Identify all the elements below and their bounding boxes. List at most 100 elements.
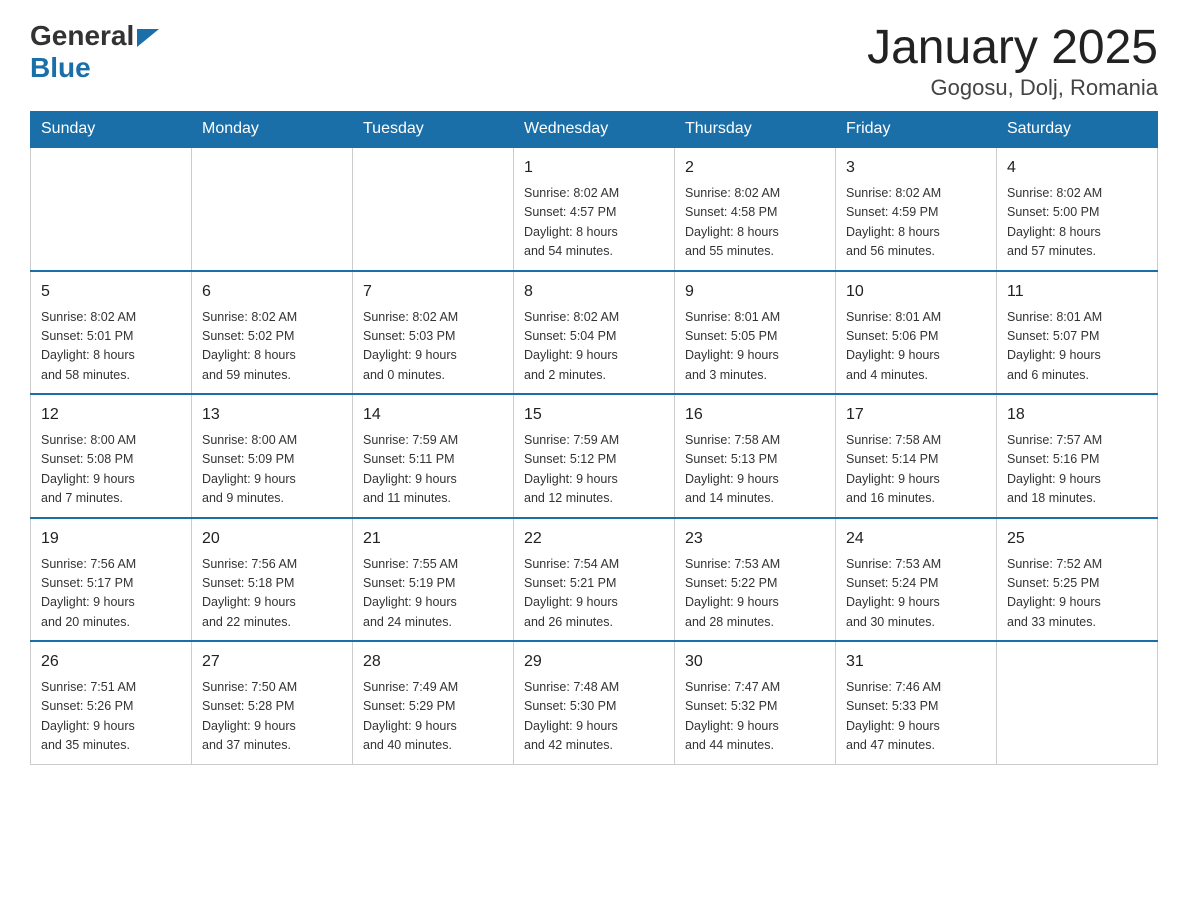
day-info: Sunrise: 8:02 AM Sunset: 5:02 PM Dayligh… [202, 308, 342, 386]
day-info: Sunrise: 8:01 AM Sunset: 5:07 PM Dayligh… [1007, 308, 1147, 386]
calendar-week-5: 26 Sunrise: 7:51 AM Sunset: 5:26 PM Dayli… [31, 641, 1158, 764]
day-number: 25 [1007, 527, 1147, 551]
column-header-tuesday: Tuesday [353, 112, 514, 148]
day-number: 28 [363, 650, 503, 674]
calendar-week-3: 12 Sunrise: 8:00 AM Sunset: 5:08 PM Dayli… [31, 394, 1158, 518]
day-info: Sunrise: 8:02 AM Sunset: 4:59 PM Dayligh… [846, 184, 986, 262]
day-number: 10 [846, 280, 986, 304]
day-info: Sunrise: 7:48 AM Sunset: 5:30 PM Dayligh… [524, 678, 664, 756]
calendar-day-10: 10 Sunrise: 8:01 AM Sunset: 5:06 PM Dayli… [836, 271, 997, 395]
column-header-sunday: Sunday [31, 112, 192, 148]
calendar-day-4: 4Sunrise: 8:02 AM Sunset: 5:00 PM Daylig… [997, 147, 1158, 271]
day-info: Sunrise: 7:54 AM Sunset: 5:21 PM Dayligh… [524, 555, 664, 633]
day-info: Sunrise: 7:56 AM Sunset: 5:18 PM Dayligh… [202, 555, 342, 633]
day-number: 8 [524, 280, 664, 304]
column-header-wednesday: Wednesday [514, 112, 675, 148]
day-info: Sunrise: 8:02 AM Sunset: 5:03 PM Dayligh… [363, 308, 503, 386]
day-info: Sunrise: 8:02 AM Sunset: 4:57 PM Dayligh… [524, 184, 664, 262]
calendar-day-8: 8 Sunrise: 8:02 AM Sunset: 5:04 PM Daylig… [514, 271, 675, 395]
calendar-day-13: 13 Sunrise: 8:00 AM Sunset: 5:09 PM Dayli… [192, 394, 353, 518]
day-number: 31 [846, 650, 986, 674]
day-info: Sunrise: 7:56 AM Sunset: 5:17 PM Dayligh… [41, 555, 181, 633]
calendar-week-1: 1 Sunrise: 8:02 AM Sunset: 4:57 PM Daylig… [31, 147, 1158, 271]
day-info: Sunrise: 8:00 AM Sunset: 5:09 PM Dayligh… [202, 431, 342, 509]
title-area: January 2025 Gogosu, Dolj, Romania [867, 20, 1158, 101]
day-number: 17 [846, 403, 986, 427]
day-number: 13 [202, 403, 342, 427]
day-info: Sunrise: 7:58 AM Sunset: 5:13 PM Dayligh… [685, 431, 825, 509]
calendar-table: SundayMondayTuesdayWednesdayThursdayFrid… [30, 111, 1158, 765]
day-number: 15 [524, 403, 664, 427]
calendar-day-26: 26 Sunrise: 7:51 AM Sunset: 5:26 PM Dayli… [31, 641, 192, 764]
empty-cell [192, 147, 353, 271]
column-header-saturday: Saturday [997, 112, 1158, 148]
header: General Blue January 2025 Gogosu, Dolj, … [30, 20, 1158, 101]
day-info: Sunrise: 8:02 AM Sunset: 4:58 PM Dayligh… [685, 184, 825, 262]
day-number: 18 [1007, 403, 1147, 427]
day-info: Sunrise: 8:02 AM Sunset: 5:04 PM Dayligh… [524, 308, 664, 386]
calendar-week-4: 19 Sunrise: 7:56 AM Sunset: 5:17 PM Dayli… [31, 518, 1158, 642]
day-info: Sunrise: 8:02 AM Sunset: 5:00 PM Dayligh… [1007, 184, 1147, 262]
day-info: Sunrise: 7:51 AM Sunset: 5:26 PM Dayligh… [41, 678, 181, 756]
calendar-day-9: 9 Sunrise: 8:01 AM Sunset: 5:05 PM Daylig… [675, 271, 836, 395]
calendar-day-22: 22 Sunrise: 7:54 AM Sunset: 5:21 PM Dayli… [514, 518, 675, 642]
calendar-day-18: 18Sunrise: 7:57 AM Sunset: 5:16 PM Dayli… [997, 394, 1158, 518]
day-info: Sunrise: 8:00 AM Sunset: 5:08 PM Dayligh… [41, 431, 181, 509]
column-header-monday: Monday [192, 112, 353, 148]
day-number: 7 [363, 280, 503, 304]
calendar-day-6: 6 Sunrise: 8:02 AM Sunset: 5:02 PM Daylig… [192, 271, 353, 395]
calendar-day-5: 5Sunrise: 8:02 AM Sunset: 5:01 PM Daylig… [31, 271, 192, 395]
logo-arrow-icon [137, 29, 159, 47]
day-info: Sunrise: 7:59 AM Sunset: 5:11 PM Dayligh… [363, 431, 503, 509]
calendar-day-24: 24Sunrise: 7:53 AM Sunset: 5:24 PM Dayli… [836, 518, 997, 642]
day-info: Sunrise: 7:53 AM Sunset: 5:22 PM Dayligh… [685, 555, 825, 633]
day-info: Sunrise: 7:53 AM Sunset: 5:24 PM Dayligh… [846, 555, 986, 633]
calendar-day-12: 12 Sunrise: 8:00 AM Sunset: 5:08 PM Dayli… [31, 394, 192, 518]
day-number: 6 [202, 280, 342, 304]
calendar-day-23: 23 Sunrise: 7:53 AM Sunset: 5:22 PM Dayli… [675, 518, 836, 642]
day-info: Sunrise: 8:02 AM Sunset: 5:01 PM Dayligh… [41, 308, 181, 386]
calendar-day-15: 15Sunrise: 7:59 AM Sunset: 5:12 PM Dayli… [514, 394, 675, 518]
day-number: 21 [363, 527, 503, 551]
column-header-friday: Friday [836, 112, 997, 148]
day-info: Sunrise: 7:47 AM Sunset: 5:32 PM Dayligh… [685, 678, 825, 756]
page-title: January 2025 [867, 20, 1158, 75]
calendar-day-27: 27 Sunrise: 7:50 AM Sunset: 5:28 PM Dayli… [192, 641, 353, 764]
day-number: 23 [685, 527, 825, 551]
column-header-thursday: Thursday [675, 112, 836, 148]
day-number: 27 [202, 650, 342, 674]
logo-blue: Blue [30, 52, 159, 84]
day-info: Sunrise: 7:52 AM Sunset: 5:25 PM Dayligh… [1007, 555, 1147, 633]
calendar-day-11: 11 Sunrise: 8:01 AM Sunset: 5:07 PM Dayli… [997, 271, 1158, 395]
calendar-day-31: 31 Sunrise: 7:46 AM Sunset: 5:33 PM Dayli… [836, 641, 997, 764]
day-number: 30 [685, 650, 825, 674]
day-info: Sunrise: 7:49 AM Sunset: 5:29 PM Dayligh… [363, 678, 503, 756]
calendar-day-16: 16 Sunrise: 7:58 AM Sunset: 5:13 PM Dayli… [675, 394, 836, 518]
day-number: 22 [524, 527, 664, 551]
day-info: Sunrise: 8:01 AM Sunset: 5:06 PM Dayligh… [846, 308, 986, 386]
calendar-day-7: 7 Sunrise: 8:02 AM Sunset: 5:03 PM Daylig… [353, 271, 514, 395]
calendar-day-30: 30 Sunrise: 7:47 AM Sunset: 5:32 PM Dayli… [675, 641, 836, 764]
empty-cell [997, 641, 1158, 764]
day-info: Sunrise: 8:01 AM Sunset: 5:05 PM Dayligh… [685, 308, 825, 386]
logo: General Blue [30, 20, 159, 84]
day-number: 9 [685, 280, 825, 304]
calendar-day-2: 2Sunrise: 8:02 AM Sunset: 4:58 PM Daylig… [675, 147, 836, 271]
calendar-day-20: 20Sunrise: 7:56 AM Sunset: 5:18 PM Dayli… [192, 518, 353, 642]
logo-general: General [30, 20, 134, 52]
day-info: Sunrise: 7:50 AM Sunset: 5:28 PM Dayligh… [202, 678, 342, 756]
day-number: 26 [41, 650, 181, 674]
day-number: 29 [524, 650, 664, 674]
day-number: 11 [1007, 280, 1147, 304]
empty-cell [353, 147, 514, 271]
calendar-day-25: 25 Sunrise: 7:52 AM Sunset: 5:25 PM Dayli… [997, 518, 1158, 642]
empty-cell [31, 147, 192, 271]
day-number: 19 [41, 527, 181, 551]
day-info: Sunrise: 7:46 AM Sunset: 5:33 PM Dayligh… [846, 678, 986, 756]
day-info: Sunrise: 7:55 AM Sunset: 5:19 PM Dayligh… [363, 555, 503, 633]
day-number: 12 [41, 403, 181, 427]
day-number: 16 [685, 403, 825, 427]
day-number: 3 [846, 156, 986, 180]
calendar-day-3: 3 Sunrise: 8:02 AM Sunset: 4:59 PM Daylig… [836, 147, 997, 271]
day-number: 1 [524, 156, 664, 180]
